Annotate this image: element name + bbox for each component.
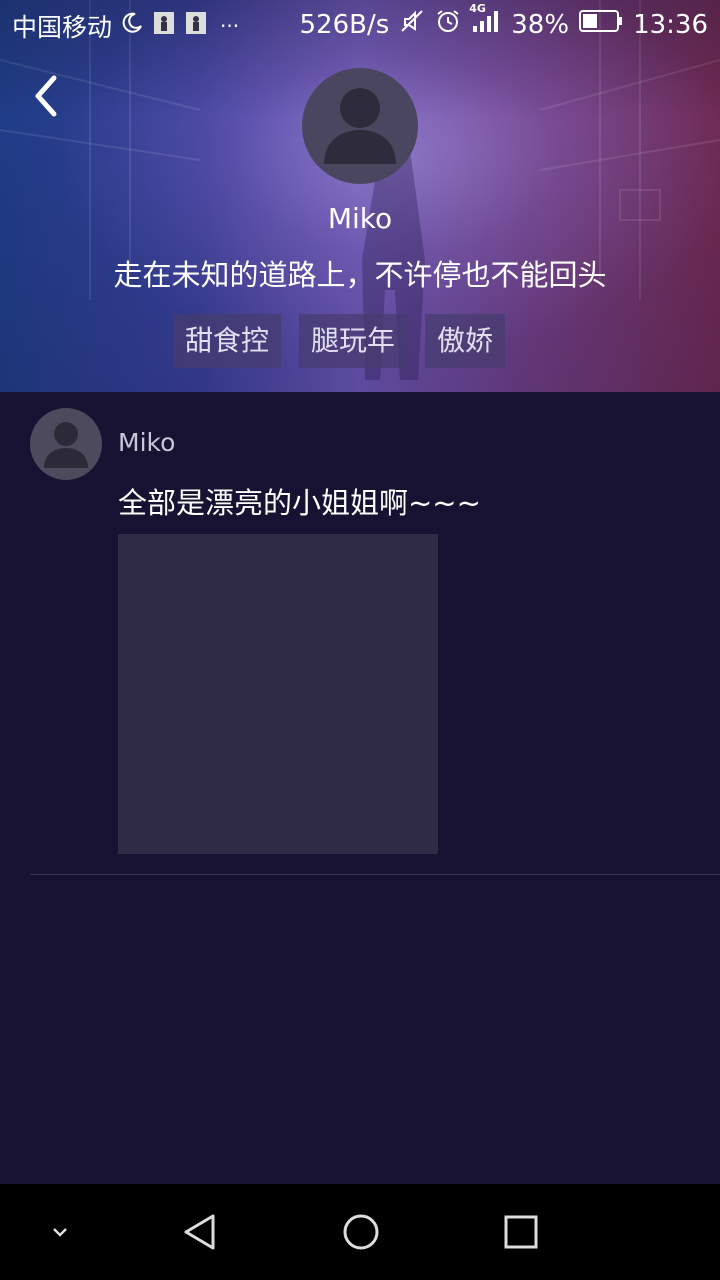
battery-icon <box>579 9 623 40</box>
circle-home-icon <box>343 1214 379 1250</box>
net-speed: 526B/s <box>299 9 390 40</box>
profile-tags: 甜食控 腿玩年 傲娇 <box>173 314 506 368</box>
profile-tag[interactable]: 甜食控 <box>173 314 282 368</box>
user-placeholder-icon <box>324 88 396 164</box>
profile-tag[interactable]: 傲娇 <box>425 314 506 368</box>
status-bar: 中国移动 ··· 526B/s 4G 38% 13:36 <box>0 0 720 50</box>
signal-icon: 4G <box>469 2 501 41</box>
navigation-bar <box>0 1184 720 1280</box>
user-placeholder-icon <box>44 422 88 468</box>
post-author-avatar[interactable] <box>30 408 102 480</box>
app-screen: 中国移动 ··· 526B/s 4G 38% 13:36 Miko 走在未知的道… <box>0 0 720 1280</box>
mute-icon <box>399 8 425 41</box>
moon-icon <box>120 11 144 42</box>
more-notifications: ··· <box>220 14 240 38</box>
app-notification-icon <box>152 10 176 43</box>
battery-percent: 38% <box>511 9 570 40</box>
post-author-name[interactable]: Miko <box>118 428 175 457</box>
nav-home-button[interactable] <box>331 1184 391 1280</box>
post-text: 全部是漂亮的小姐姐啊~~~ <box>118 486 481 520</box>
nav-hide-button[interactable] <box>30 1184 90 1280</box>
chevron-left-icon <box>35 75 57 117</box>
nav-back-button[interactable] <box>170 1184 230 1280</box>
back-button[interactable] <box>26 72 66 120</box>
profile-avatar[interactable] <box>302 68 418 184</box>
post-image[interactable] <box>118 534 438 854</box>
chevron-down-icon <box>53 1228 67 1237</box>
profile-name: Miko <box>327 202 393 235</box>
clock: 13:36 <box>633 9 708 40</box>
carrier-label: 中国移动 <box>12 13 113 42</box>
alarm-icon <box>435 8 461 41</box>
divider <box>30 874 720 875</box>
nav-recent-button[interactable] <box>491 1184 551 1280</box>
profile-tag[interactable]: 腿玩年 <box>299 314 408 368</box>
square-recent-icon <box>504 1215 538 1249</box>
app-notification-icon <box>184 10 208 43</box>
network-type: 4G <box>469 2 486 15</box>
profile-bio: 走在未知的道路上，不许停也不能回头 <box>113 258 607 292</box>
triangle-back-icon <box>184 1214 215 1250</box>
